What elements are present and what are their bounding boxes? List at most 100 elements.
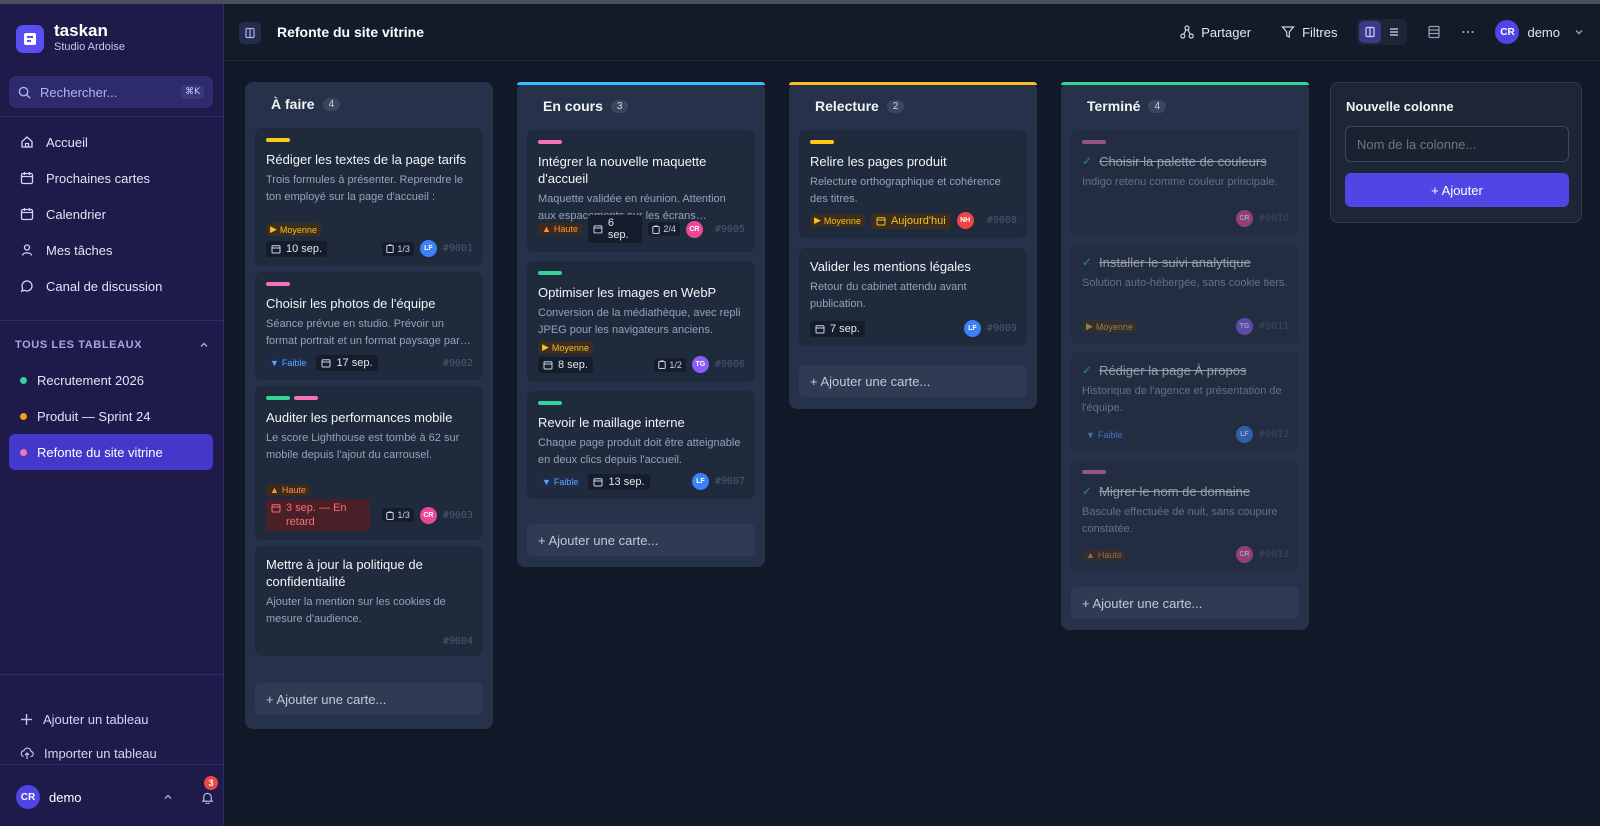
column-header[interactable]: Terminé 4 bbox=[1061, 82, 1309, 126]
card[interactable]: Choisir les photos de l'équipe Séance pr… bbox=[255, 272, 483, 380]
nav-label: Accueil bbox=[46, 134, 88, 150]
check-icon: ✓ bbox=[1082, 363, 1093, 377]
priority-badge: ▶ Moyenne bbox=[266, 223, 321, 236]
priority-high-icon: ▲ bbox=[1086, 549, 1095, 560]
column-title: Terminé bbox=[1087, 98, 1141, 114]
column-header[interactable]: En cours 3 bbox=[517, 82, 765, 126]
nav-item-prochaines-cartes[interactable]: Prochaines cartes bbox=[9, 160, 213, 196]
checklist-label: 2/4 bbox=[663, 224, 676, 234]
search-box[interactable]: Rechercher... ⌘K bbox=[9, 76, 213, 108]
card[interactable]: Mettre à jour la politique de confidenti… bbox=[255, 546, 483, 656]
assignee-avatar[interactable]: LF bbox=[1235, 426, 1253, 443]
column-title: Relecture bbox=[815, 98, 879, 114]
card-title: Choisir les photos de l'équipe bbox=[266, 296, 436, 311]
list-icon bbox=[1390, 28, 1399, 36]
board-item-recrutement[interactable]: Recrutement 2026 bbox=[9, 362, 213, 398]
assignee-avatar[interactable]: TG bbox=[691, 356, 709, 373]
workspace-name: Studio Ardoise bbox=[54, 41, 125, 53]
column-name-input[interactable] bbox=[1345, 126, 1569, 162]
add-card-button[interactable]: + Ajouter une carte... bbox=[799, 365, 1027, 397]
label-tag bbox=[266, 138, 290, 142]
column-termine: Terminé 4 ✓ Choisir la palette de couleur… bbox=[1061, 82, 1309, 630]
card-footer: ▼ Faible 17 sep. #9002 bbox=[266, 355, 473, 371]
assignee-avatar[interactable]: LF bbox=[691, 473, 709, 490]
user-menu[interactable]: CR demo 3 bbox=[16, 776, 218, 812]
card-labels bbox=[1082, 140, 1289, 144]
assignee-avatar[interactable]: NH bbox=[956, 212, 974, 229]
priority-badge: ▲ Haute bbox=[538, 223, 582, 235]
card-description: Ajouter la mention sur les cookies de me… bbox=[266, 596, 446, 625]
boards-section-header[interactable]: TOUS LES TABLEAUX bbox=[15, 339, 209, 351]
card-id: #9001 bbox=[442, 243, 473, 254]
assignee-avatar[interactable]: CR bbox=[685, 220, 703, 238]
card-id: #9006 bbox=[714, 359, 745, 370]
brand[interactable]: taskan Studio Ardoise bbox=[16, 22, 125, 55]
filters-button[interactable]: Filtres bbox=[1281, 25, 1337, 40]
card-footer: ▼ Faible LF #9012 bbox=[1082, 426, 1289, 443]
column-header[interactable]: Relecture 2 bbox=[789, 82, 1037, 126]
assignee-avatar[interactable]: CR bbox=[1235, 210, 1253, 227]
card-labels bbox=[810, 140, 1017, 144]
card-completed[interactable]: ✓ Migrer le nom de domaine Bascule effect… bbox=[1071, 460, 1299, 572]
archive-button[interactable] bbox=[1427, 25, 1441, 39]
card[interactable]: Optimiser les images en WebP Conversion … bbox=[527, 261, 755, 382]
add-card-button[interactable]: + Ajouter une carte... bbox=[1071, 587, 1299, 619]
checklist-icon bbox=[386, 244, 395, 253]
card-footer: ▲ Haute CR #9013 bbox=[1082, 546, 1289, 563]
nav-item-canal-discussion[interactable]: Canal de discussion bbox=[9, 268, 213, 304]
nav-label: Prochaines cartes bbox=[46, 170, 151, 186]
avatar: CR bbox=[1495, 20, 1520, 44]
card-completed[interactable]: ✓ Choisir la palette de couleurs Indigo r… bbox=[1071, 130, 1299, 236]
column-header[interactable]: À faire 4 bbox=[245, 82, 493, 126]
card[interactable]: Valider les mentions légales Retour du c… bbox=[799, 248, 1027, 346]
more-options-button[interactable] bbox=[1461, 25, 1475, 39]
card-description: Indigo retenu comme couleur principale. bbox=[1082, 176, 1278, 188]
due-date-label: 6 sep. bbox=[607, 217, 629, 241]
column-count: 3 bbox=[610, 99, 629, 113]
header-user-menu[interactable]: CR demo bbox=[1495, 20, 1584, 44]
card[interactable]: Revoir le maillage interne Chaque page p… bbox=[527, 391, 755, 499]
list-view-button[interactable] bbox=[1383, 21, 1405, 43]
add-board-button[interactable]: Ajouter un tableau bbox=[9, 702, 213, 736]
more-horizontal-icon bbox=[1462, 30, 1475, 34]
card-description: Le score Lighthouse est tombé à 62 sur m… bbox=[266, 432, 460, 461]
sidebar-icon bbox=[245, 27, 255, 39]
priority-label: Moyenne bbox=[279, 224, 317, 235]
nav-item-mes-taches[interactable]: Mes tâches bbox=[9, 232, 213, 268]
card[interactable]: Intégrer la nouvelle maquette d'accueil … bbox=[527, 130, 755, 252]
card-id: #9009 bbox=[986, 323, 1017, 334]
archive-icon bbox=[1428, 25, 1441, 39]
chevron-up-icon[interactable] bbox=[163, 792, 173, 802]
assignee-avatar[interactable]: LF bbox=[419, 240, 437, 257]
notifications-button[interactable]: 3 bbox=[198, 776, 218, 806]
sidebar-toggle-button[interactable] bbox=[239, 22, 261, 44]
assignee-avatar[interactable]: LF bbox=[963, 320, 981, 337]
add-column-button[interactable]: + Ajouter bbox=[1345, 173, 1569, 207]
card[interactable]: Relire les pages produit Relecture ortho… bbox=[799, 130, 1027, 238]
assignee-avatar[interactable]: CR bbox=[1235, 546, 1253, 563]
app-name: taskan bbox=[54, 21, 108, 40]
nav-item-accueil[interactable]: Accueil bbox=[9, 124, 213, 160]
card[interactable]: Rédiger les textes de la page tarifs Tro… bbox=[255, 128, 483, 266]
add-card-button[interactable]: + Ajouter une carte... bbox=[527, 524, 755, 556]
import-board-label: Importer un tableau bbox=[44, 745, 157, 761]
card-completed[interactable]: ✓ Installer le suivi analytique Solution … bbox=[1071, 244, 1299, 344]
due-date: 10 sep. bbox=[266, 240, 328, 257]
board-item-produit[interactable]: Produit — Sprint 24 bbox=[9, 398, 213, 434]
assignee-avatar[interactable]: TG bbox=[1235, 318, 1253, 335]
due-date: 13 sep. bbox=[588, 473, 650, 490]
card[interactable]: Auditer les performances mobile Le score… bbox=[255, 386, 483, 540]
kanban-view-button[interactable] bbox=[1359, 21, 1382, 43]
board-item-refonte[interactable]: Refonte du site vitrine bbox=[9, 434, 213, 470]
card-title-row: ✓ Choisir la palette de couleurs bbox=[1082, 153, 1289, 170]
chevron-up-icon[interactable] bbox=[199, 340, 209, 350]
chat-icon bbox=[20, 280, 33, 293]
add-card-button[interactable]: + Ajouter une carte... bbox=[255, 683, 483, 715]
share-button[interactable]: Partager bbox=[1180, 25, 1251, 40]
calendar-icon bbox=[815, 324, 825, 333]
nav-item-calendrier[interactable]: Calendrier bbox=[9, 196, 213, 232]
card-title-row: ✓ Migrer le nom de domaine bbox=[1082, 483, 1289, 500]
assignee-avatar[interactable]: CR bbox=[419, 506, 437, 524]
card-completed[interactable]: ✓ Rédiger la page À propos Historique de … bbox=[1071, 352, 1299, 452]
checklist-progress: 1/2 bbox=[654, 357, 686, 372]
